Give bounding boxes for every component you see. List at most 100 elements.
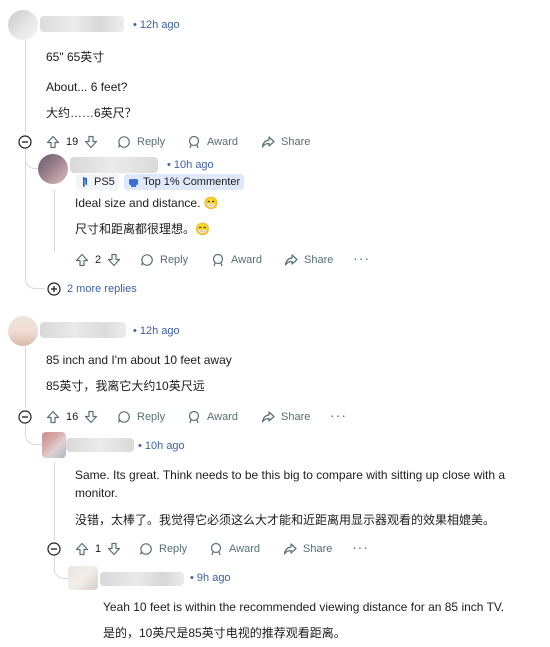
vote-count: 16 xyxy=(66,411,79,423)
award-label: Award xyxy=(231,254,262,266)
reply-bubble-icon xyxy=(118,411,130,423)
more-options-icon[interactable]: ··· xyxy=(352,539,369,555)
upvote-icon[interactable] xyxy=(75,542,89,556)
avatar[interactable] xyxy=(42,432,66,458)
comment-timestamp: • 12h ago xyxy=(133,19,180,31)
share-button[interactable]: Share xyxy=(284,253,333,267)
more-options-icon[interactable]: ··· xyxy=(353,250,370,266)
reply-label: Reply xyxy=(137,136,166,148)
thread-line-c4 xyxy=(54,462,55,540)
share-button[interactable]: Share xyxy=(261,410,310,424)
reply-label: Reply xyxy=(160,254,189,266)
downvote-icon[interactable] xyxy=(84,410,98,424)
share-label: Share xyxy=(281,411,311,423)
more-options-icon[interactable]: ··· xyxy=(330,407,347,423)
flair-label: PS5 xyxy=(94,176,115,188)
reply-bubble-icon xyxy=(140,543,152,555)
comment-text-line: 尺寸和距离都很理想。😁 xyxy=(75,222,210,236)
thread-connector-more xyxy=(25,270,44,289)
vote-group: 19 xyxy=(46,135,98,149)
share-icon xyxy=(284,254,298,266)
comment-text-line: About... 6 feet? xyxy=(46,80,128,94)
collapse-minus-icon xyxy=(18,135,32,149)
reply-label: Reply xyxy=(137,411,166,423)
flair-top-commenter: Top 1% Commenter xyxy=(124,174,245,190)
username-blurred[interactable] xyxy=(100,572,184,586)
collapse-minus-icon xyxy=(47,542,61,556)
downvote-icon[interactable] xyxy=(107,542,121,556)
vote-count: 1 xyxy=(95,543,102,555)
share-icon xyxy=(283,543,297,555)
collapse-button[interactable] xyxy=(47,542,61,556)
username-blurred[interactable] xyxy=(66,438,134,452)
expand-plus-icon xyxy=(47,282,61,296)
reply-button[interactable]: Reply xyxy=(140,253,188,267)
vote-group: 1 xyxy=(75,542,121,556)
reply-button[interactable]: Reply xyxy=(117,135,165,149)
avatar[interactable] xyxy=(68,566,98,590)
username-blurred[interactable] xyxy=(40,16,124,32)
comment-timestamp: • 10h ago xyxy=(138,440,185,452)
reply-bubble-icon xyxy=(141,254,153,266)
downvote-icon[interactable] xyxy=(107,253,121,267)
share-button[interactable]: Share xyxy=(283,542,332,556)
comment-text-line: 大约……6英尺？ xyxy=(46,106,137,120)
award-icon xyxy=(188,135,200,149)
comment-text-line: Same. Its great. Think needs to be this … xyxy=(75,468,506,482)
award-label: Award xyxy=(207,411,238,423)
reply-button[interactable]: Reply xyxy=(117,410,165,424)
share-label: Share xyxy=(281,136,311,148)
award-button[interactable]: Award xyxy=(187,135,238,149)
thread-line-c1-lower xyxy=(25,150,26,280)
award-button[interactable]: Award xyxy=(209,542,260,556)
vote-count: 19 xyxy=(66,136,79,148)
upvote-icon[interactable] xyxy=(46,410,60,424)
comment-text-line: Ideal size and distance. 😁 xyxy=(75,196,219,210)
comment-text-line: 65" 65英寸 xyxy=(46,50,105,64)
vote-group: 16 xyxy=(46,410,98,424)
avatar[interactable] xyxy=(8,316,38,346)
comment-text-line: 没错，太棒了。我觉得它必须这么大才能和近距离用显示器观看的效果相媲美。 xyxy=(75,513,496,527)
playstation-icon xyxy=(83,177,87,187)
collapse-button[interactable] xyxy=(18,410,32,424)
award-icon xyxy=(210,542,222,556)
award-label: Award xyxy=(229,543,260,555)
collapse-button[interactable] xyxy=(18,135,32,149)
comment-text-line: 85英寸，我离它大约10英尺远 xyxy=(46,379,205,393)
reply-label: Reply xyxy=(159,543,188,555)
comment-timestamp: • 12h ago xyxy=(133,325,180,337)
share-label: Share xyxy=(304,254,334,266)
thread-line-c2 xyxy=(54,190,55,252)
more-replies-label: 2 more replies xyxy=(67,283,137,295)
award-icon xyxy=(188,410,200,424)
upvote-icon[interactable] xyxy=(75,253,89,267)
flair-label: Top 1% Commenter xyxy=(143,176,241,188)
downvote-icon[interactable] xyxy=(84,135,98,149)
comment-timestamp: • 10h ago xyxy=(167,159,214,171)
award-button[interactable]: Award xyxy=(187,410,238,424)
share-label: Share xyxy=(303,543,333,555)
username-blurred[interactable] xyxy=(40,322,126,338)
thread-line-c3 xyxy=(25,346,26,408)
thread-connector-c4 xyxy=(25,424,42,445)
award-icon xyxy=(212,253,224,267)
vote-group: 2 xyxy=(75,253,121,267)
share-button[interactable]: Share xyxy=(261,135,310,149)
comment-text-line: 是的，10英尺是85英寸电视的推荐观看距离。 xyxy=(103,626,346,640)
vote-count: 2 xyxy=(95,254,102,266)
comment-text-line: 85 inch and I'm about 10 feet away xyxy=(46,353,232,367)
comment-timestamp: • 9h ago xyxy=(190,572,231,584)
comment-text-line: Yeah 10 feet is within the recommended v… xyxy=(103,600,505,614)
more-replies-link[interactable]: 2 more replies xyxy=(47,282,137,296)
username-blurred[interactable] xyxy=(70,157,158,173)
share-icon xyxy=(261,411,275,423)
award-label: Award xyxy=(207,136,238,148)
upvote-icon[interactable] xyxy=(46,135,60,149)
avatar[interactable] xyxy=(38,154,68,184)
comment-text-line: monitor. xyxy=(75,486,118,500)
reply-button[interactable]: Reply xyxy=(139,542,187,556)
avatar[interactable] xyxy=(8,10,38,40)
share-icon xyxy=(261,136,275,148)
reply-bubble-icon xyxy=(118,136,130,148)
award-button[interactable]: Award xyxy=(211,253,262,267)
